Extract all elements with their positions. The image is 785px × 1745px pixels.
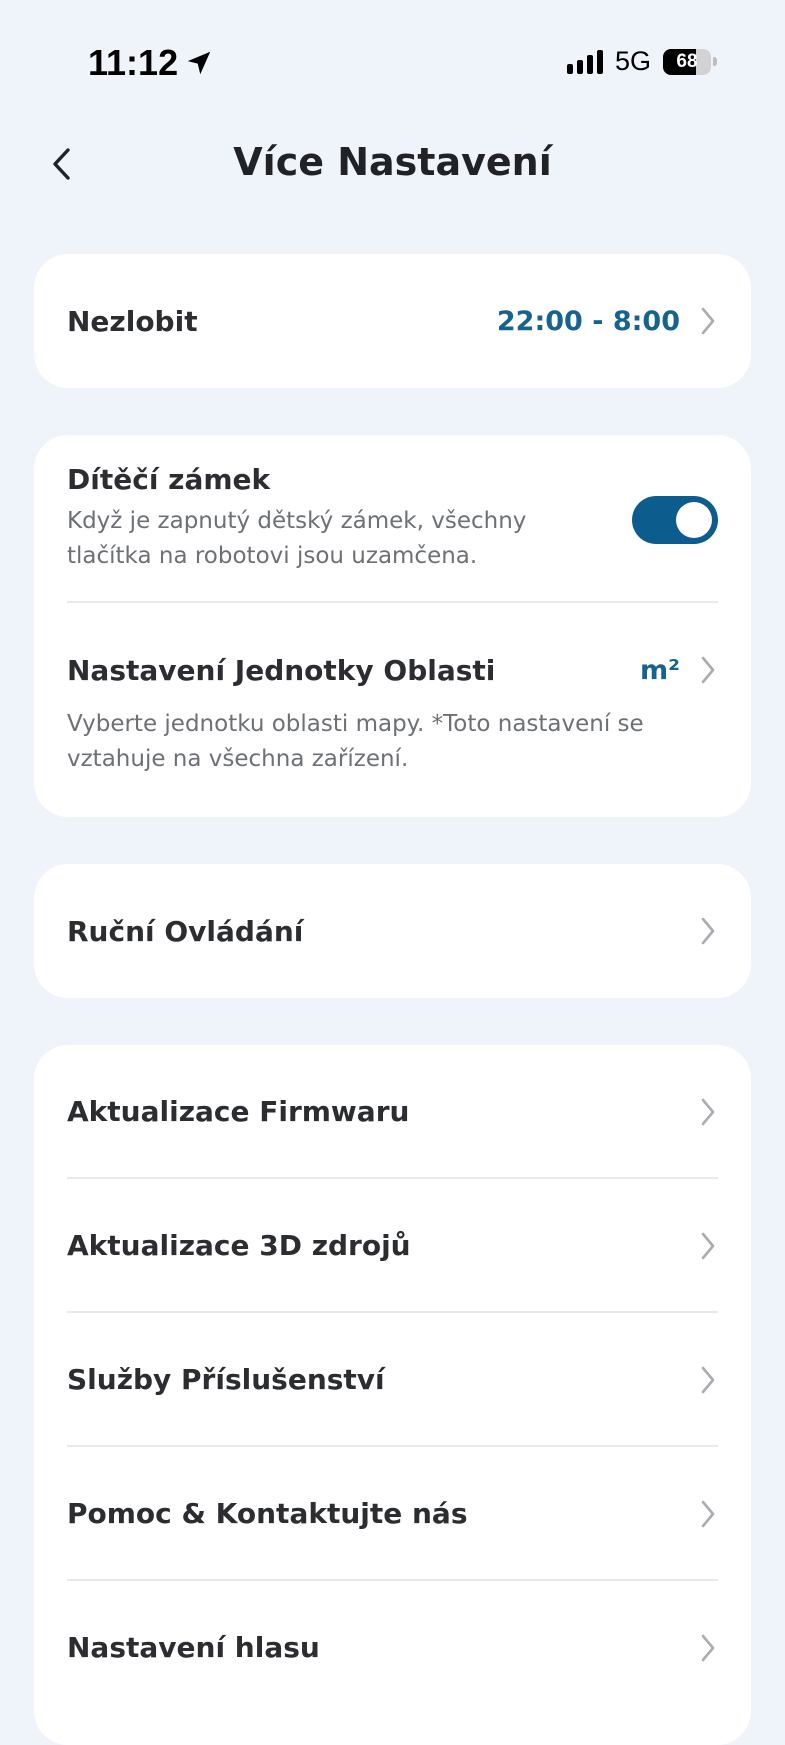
battery-tip	[713, 57, 717, 66]
divider	[67, 601, 718, 603]
area-unit-description-line-2: vztahuje na všechna zařízení.	[67, 746, 409, 772]
header: Více Nastavení	[0, 130, 785, 200]
area-unit-description: Vyberte jednotku oblasti mapy. *Toto nas…	[67, 707, 718, 777]
battery-percent: 68	[676, 50, 698, 72]
chevron-right-icon	[701, 1098, 715, 1125]
chevron-right-icon	[701, 307, 715, 335]
child-lock-toggle[interactable]	[632, 496, 718, 544]
do-not-disturb-row[interactable]: Nezlobit 22:00 - 8:00	[67, 254, 718, 388]
menu-item-label: Nastavení hlasu	[67, 1631, 320, 1664]
battery-icon: 68	[663, 48, 711, 75]
do-not-disturb-time: 22:00 - 8:00	[496, 305, 680, 337]
area-unit-label: Nastavení Jednotky Oblasti	[67, 653, 496, 687]
status-bar: 11:12 5G 68	[0, 0, 785, 120]
menu-item-accessory-services[interactable]: Služby Příslušenství	[67, 1313, 718, 1446]
time-text: 11:12	[88, 42, 179, 83]
menu-item-label: Pomoc & Kontaktujte nás	[67, 1497, 468, 1530]
manual-control-label: Ruční Ovládání	[67, 914, 304, 948]
child-lock-description-line-1: Když je zapnutý dětský zámek, všechny	[67, 508, 527, 534]
chevron-right-icon	[701, 1232, 715, 1259]
manual-control-card: Ruční Ovládání	[34, 864, 751, 998]
toggle-knob	[676, 502, 712, 538]
menu-item-label: Aktualizace 3D zdrojů	[67, 1229, 411, 1262]
do-not-disturb-card: Nezlobit 22:00 - 8:00	[34, 254, 751, 388]
status-indicators: 5G 68	[566, 46, 717, 77]
area-unit-row[interactable]: Nastavení Jednotky Oblasti m²	[67, 645, 718, 695]
menu-item-3d-resources-update[interactable]: Aktualizace 3D zdrojů	[67, 1179, 718, 1312]
menu-item-label: Aktualizace Firmwaru	[67, 1095, 410, 1128]
network-type: 5G	[614, 46, 651, 76]
status-time: 11:12	[88, 42, 214, 84]
menu-item-label: Služby Příslušenství	[67, 1363, 385, 1396]
child-lock-description: Když je zapnutý dětský zámek, všechny tl…	[67, 504, 607, 574]
manual-control-row[interactable]: Ruční Ovládání	[67, 864, 718, 998]
chevron-right-icon	[701, 1634, 715, 1661]
more-options-card: Aktualizace Firmwaru Aktualizace 3D zdro…	[34, 1045, 751, 1745]
do-not-disturb-label: Nezlobit	[67, 304, 198, 338]
menu-item-help-contact[interactable]: Pomoc & Kontaktujte nás	[67, 1447, 718, 1580]
chevron-right-icon	[701, 656, 715, 684]
area-unit-description-line-1: Vyberte jednotku oblasti mapy. *Toto nas…	[67, 711, 644, 737]
child-lock-description-line-2: tlačítka na robotovi jsou uzamčena.	[67, 543, 478, 569]
chevron-right-icon	[701, 917, 715, 945]
child-lock-label: Dítěčí zámek	[67, 463, 271, 496]
location-arrow-icon	[187, 51, 211, 75]
page-title: Více Nastavení	[233, 140, 552, 184]
area-unit-value: m²	[640, 654, 680, 686]
chevron-right-icon	[701, 1366, 715, 1393]
child-lock-text: Dítěčí zámek Když je zapnutý dětský záme…	[67, 463, 607, 574]
device-settings-card: Dítěčí zámek Když je zapnutý dětský záme…	[34, 435, 751, 817]
chevron-right-icon	[701, 1500, 715, 1527]
menu-item-firmware-update[interactable]: Aktualizace Firmwaru	[67, 1045, 718, 1178]
cellular-signal-icon	[566, 49, 603, 74]
menu-item-voice-settings[interactable]: Nastavení hlasu	[67, 1581, 718, 1714]
